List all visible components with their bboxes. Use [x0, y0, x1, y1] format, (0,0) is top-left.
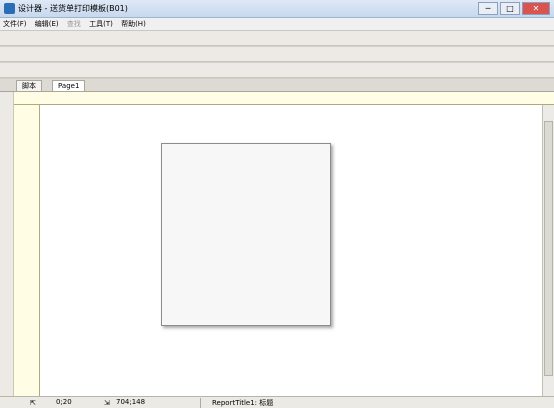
window-title: 设计器 - 送货单打印模板(B01) — [18, 4, 128, 13]
tab-script[interactable]: 脚本 — [16, 80, 42, 91]
minimize-button[interactable]: ─ — [478, 2, 498, 15]
scroll-thumb[interactable] — [544, 121, 553, 376]
status-size: 704;148 — [116, 398, 146, 406]
status-position-icon: ⇱ — [30, 399, 36, 407]
title-bar: 设计器 - 送货单打印模板(B01) ─ □ ✕ — [0, 0, 554, 18]
status-bar: ⇱ 0;20 ⇲ 704;148 ReportTitle1: 标题 — [0, 396, 554, 408]
tab-page1[interactable]: Page1 — [52, 80, 86, 91]
menu-edit[interactable]: 编辑(E) — [32, 18, 62, 30]
menu-help[interactable]: 帮助(H) — [118, 18, 149, 30]
status-info: ReportTitle1: 标题 — [212, 399, 274, 407]
close-button[interactable]: ✕ — [522, 2, 550, 15]
app-icon — [4, 3, 15, 14]
menu-tools[interactable]: 工具(T) — [86, 18, 116, 30]
toolbar-format — [0, 47, 554, 62]
status-size-icon: ⇲ — [104, 399, 110, 407]
component-palette — [0, 92, 14, 396]
menu-find[interactable]: 查找 — [64, 18, 84, 30]
menu-file[interactable]: 文件(F) — [0, 18, 30, 30]
status-divider — [200, 398, 201, 408]
toolbar-align — [0, 63, 554, 78]
toolbar-standard — [0, 31, 554, 46]
page-tabs: 脚本 Page1 — [0, 79, 554, 92]
menu-bar: 文件(F) 编辑(E) 查找 工具(T) 帮助(H) — [0, 18, 554, 31]
ruler-vertical — [14, 105, 40, 396]
status-position: 0;20 — [56, 398, 72, 406]
vertical-scrollbar[interactable] — [542, 105, 554, 396]
context-menu — [161, 143, 331, 326]
maximize-button[interactable]: □ — [500, 2, 520, 15]
ruler-horizontal — [14, 92, 554, 105]
